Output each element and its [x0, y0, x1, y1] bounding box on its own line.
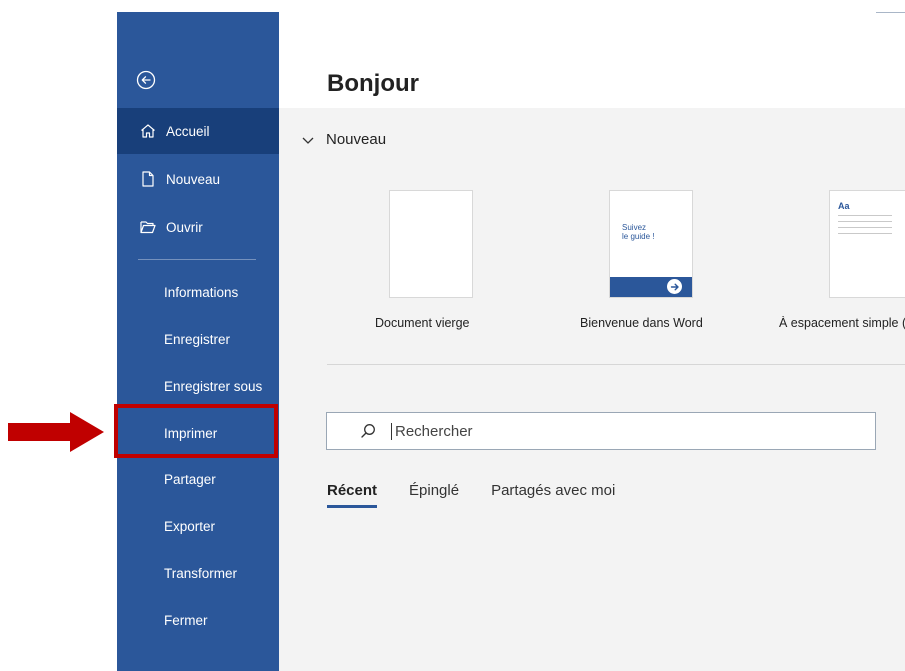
sidebar-item-label: Accueil: [166, 123, 210, 139]
content-area: [279, 108, 905, 671]
thumb-line: [838, 233, 892, 234]
sidebar-item-exporter[interactable]: Exporter: [117, 503, 279, 549]
template-welcome[interactable]: Suivez le guide !: [609, 190, 693, 298]
template-blank-document[interactable]: [389, 190, 473, 298]
sidebar-item-fermer[interactable]: Fermer: [117, 597, 279, 643]
sidebar-item-informations[interactable]: Informations: [117, 269, 279, 315]
sidebar-item-partager[interactable]: Partager: [117, 456, 279, 502]
word-backstage-page: Accueil Nouveau Ouvrir Informations Enre…: [0, 0, 905, 671]
sidebar-item-enregistrer-sous[interactable]: Enregistrer sous: [117, 363, 279, 409]
sidebar-item-transformer[interactable]: Transformer: [117, 550, 279, 596]
welcome-thumbnail-text: Suivez le guide !: [622, 223, 654, 241]
sidebar-item-nouveau[interactable]: Nouveau: [117, 156, 279, 202]
search-box[interactable]: [326, 412, 876, 450]
welcome-thumb-line-1: Suivez: [622, 223, 647, 232]
sidebar-item-enregistrer[interactable]: Enregistrer: [117, 316, 279, 362]
thumb-line: [838, 227, 892, 228]
home-icon: [138, 121, 158, 141]
sidebar-item-label: Enregistrer: [164, 331, 231, 347]
sidebar-item-ouvrir[interactable]: Ouvrir: [117, 204, 279, 250]
sidebar-item-label: Informations: [164, 284, 239, 300]
sidebar-item-label: Exporter: [164, 518, 216, 534]
sidebar-item-label: Nouveau: [166, 171, 221, 187]
arrow-right-icon: [667, 279, 682, 294]
sidebar-divider: [138, 259, 256, 260]
back-arrow-icon[interactable]: [136, 70, 156, 90]
page-title: Bonjour: [327, 70, 419, 97]
backstage-sidebar: Accueil Nouveau Ouvrir Informations Enre…: [117, 12, 279, 671]
template-thumb-label: Aa: [838, 201, 850, 211]
tab-shared[interactable]: Partagés avec moi: [491, 482, 615, 508]
new-document-icon: [138, 169, 158, 189]
search-icon: [361, 424, 375, 438]
tab-recent[interactable]: Récent: [327, 482, 378, 508]
document-tabs: Récent Épinglé Partagés avec moi: [327, 482, 647, 508]
template-single-spaced[interactable]: Aa: [829, 190, 905, 298]
template-label: Document vierge: [375, 316, 470, 330]
welcome-thumbnail-bar: [610, 277, 692, 297]
open-folder-icon: [138, 217, 158, 237]
template-label: À espacement simple (vierge): [779, 316, 905, 330]
sidebar-item-label: Transformer: [164, 565, 238, 581]
thumb-line: [838, 221, 892, 222]
sidebar-item-label: Ouvrir: [166, 219, 203, 235]
chevron-down-icon: [302, 137, 314, 144]
imprimer-highlight-box: [114, 404, 278, 458]
tab-pinned[interactable]: Épinglé: [409, 482, 459, 508]
red-arrow-icon: [8, 412, 104, 452]
template-label-clip: À espacement simple (vierge): [779, 316, 905, 330]
top-edge-line: [876, 12, 905, 13]
nouveau-section-label: Nouveau: [326, 131, 387, 148]
thumb-line: [838, 215, 892, 216]
sidebar-item-accueil[interactable]: Accueil: [117, 108, 279, 154]
sidebar-item-label: Fermer: [164, 612, 208, 628]
section-divider: [327, 364, 905, 365]
sidebar-item-label: Partager: [164, 471, 216, 487]
search-input[interactable]: [391, 422, 835, 440]
welcome-thumb-line-2: le guide !: [622, 232, 655, 241]
nouveau-section-toggle[interactable]: Nouveau: [300, 131, 386, 148]
sidebar-item-label: Enregistrer sous: [164, 378, 263, 394]
template-label: Bienvenue dans Word: [580, 316, 703, 330]
